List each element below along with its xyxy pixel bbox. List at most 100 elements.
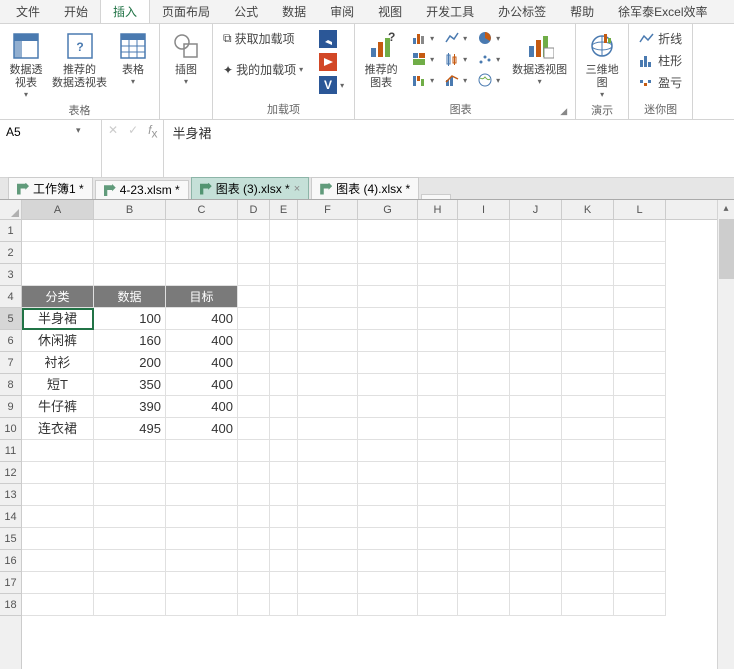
cell-F12[interactable] bbox=[298, 462, 358, 484]
cell-B7[interactable]: 200 bbox=[94, 352, 166, 374]
name-box[interactable]: ▾ bbox=[0, 120, 102, 177]
cell-A8[interactable]: 短T bbox=[22, 374, 94, 396]
cell-E7[interactable] bbox=[270, 352, 298, 374]
cell-B4[interactable]: 数据 bbox=[94, 286, 166, 308]
pie-chart-button[interactable]: ▾ bbox=[473, 28, 504, 48]
cell-G6[interactable] bbox=[358, 330, 418, 352]
cell-K1[interactable] bbox=[562, 220, 614, 242]
cell-G9[interactable] bbox=[358, 396, 418, 418]
cell-J12[interactable] bbox=[510, 462, 562, 484]
cell-D7[interactable] bbox=[238, 352, 270, 374]
cell-I11[interactable] bbox=[458, 440, 510, 462]
row-header-13[interactable]: 13 bbox=[0, 484, 21, 506]
cell-G11[interactable] bbox=[358, 440, 418, 462]
cell-F5[interactable] bbox=[298, 308, 358, 330]
get-addins-button[interactable]: ⧉获取加载项 bbox=[219, 28, 307, 49]
cell-C15[interactable] bbox=[166, 528, 238, 550]
cell-I8[interactable] bbox=[458, 374, 510, 396]
row-header-7[interactable]: 7 bbox=[0, 352, 21, 374]
cell-C7[interactable]: 400 bbox=[166, 352, 238, 374]
hierarchy-chart-button[interactable]: ▾ bbox=[407, 49, 438, 69]
tab-view[interactable]: 视图 bbox=[366, 0, 414, 23]
tab-review[interactable]: 审阅 bbox=[318, 0, 366, 23]
cell-A11[interactable] bbox=[22, 440, 94, 462]
cell-K9[interactable] bbox=[562, 396, 614, 418]
pivot-chart-button[interactable]: 数据透视图 ▾ bbox=[510, 28, 569, 88]
cell-H1[interactable] bbox=[418, 220, 458, 242]
row-header-1[interactable]: 1 bbox=[0, 220, 21, 242]
cell-L14[interactable] bbox=[614, 506, 666, 528]
cell-E18[interactable] bbox=[270, 594, 298, 616]
tab-insert[interactable]: 插入 bbox=[100, 0, 150, 23]
tab-file[interactable]: 文件 bbox=[4, 0, 52, 23]
row-header-17[interactable]: 17 bbox=[0, 572, 21, 594]
new-workbook-tab[interactable] bbox=[421, 194, 451, 199]
scroll-up-icon[interactable]: ▴ bbox=[723, 200, 728, 217]
cell-E11[interactable] bbox=[270, 440, 298, 462]
cell-K4[interactable] bbox=[562, 286, 614, 308]
row-header-10[interactable]: 10 bbox=[0, 418, 21, 440]
cell-C18[interactable] bbox=[166, 594, 238, 616]
cell-I17[interactable] bbox=[458, 572, 510, 594]
row-header-5[interactable]: 5 bbox=[0, 308, 21, 330]
cell-A15[interactable] bbox=[22, 528, 94, 550]
cell-A6[interactable]: 休闲裤 bbox=[22, 330, 94, 352]
cell-D5[interactable] bbox=[238, 308, 270, 330]
col-header-L[interactable]: L bbox=[614, 200, 666, 219]
cell-F17[interactable] bbox=[298, 572, 358, 594]
cell-G17[interactable] bbox=[358, 572, 418, 594]
cell-G16[interactable] bbox=[358, 550, 418, 572]
cell-D18[interactable] bbox=[238, 594, 270, 616]
cell-K3[interactable] bbox=[562, 264, 614, 286]
col-header-K[interactable]: K bbox=[562, 200, 614, 219]
cell-H14[interactable] bbox=[418, 506, 458, 528]
cell-I16[interactable] bbox=[458, 550, 510, 572]
cell-J8[interactable] bbox=[510, 374, 562, 396]
cell-E5[interactable] bbox=[270, 308, 298, 330]
col-header-D[interactable]: D bbox=[238, 200, 270, 219]
tab-data[interactable]: 数据 bbox=[270, 0, 318, 23]
scroll-thumb[interactable] bbox=[719, 219, 734, 279]
cell-H13[interactable] bbox=[418, 484, 458, 506]
cell-H5[interactable] bbox=[418, 308, 458, 330]
cell-G14[interactable] bbox=[358, 506, 418, 528]
row-header-16[interactable]: 16 bbox=[0, 550, 21, 572]
cell-L10[interactable] bbox=[614, 418, 666, 440]
cell-L18[interactable] bbox=[614, 594, 666, 616]
cell-L6[interactable] bbox=[614, 330, 666, 352]
cell-A10[interactable]: 连衣裙 bbox=[22, 418, 94, 440]
cell-I12[interactable] bbox=[458, 462, 510, 484]
cell-K14[interactable] bbox=[562, 506, 614, 528]
cell-L3[interactable] bbox=[614, 264, 666, 286]
cell-J3[interactable] bbox=[510, 264, 562, 286]
cell-K10[interactable] bbox=[562, 418, 614, 440]
cell-G12[interactable] bbox=[358, 462, 418, 484]
my-addins-button[interactable]: ✦我的加载项▾ bbox=[219, 59, 307, 80]
illustrations-button[interactable]: 插图 ▾ bbox=[166, 28, 206, 88]
dialog-launcher-icon[interactable]: ◢ bbox=[560, 106, 567, 117]
cell-H3[interactable] bbox=[418, 264, 458, 286]
cell-D3[interactable] bbox=[238, 264, 270, 286]
cell-F3[interactable] bbox=[298, 264, 358, 286]
cell-A2[interactable] bbox=[22, 242, 94, 264]
tab-formulas[interactable]: 公式 bbox=[222, 0, 270, 23]
cell-J1[interactable] bbox=[510, 220, 562, 242]
cell-I2[interactable] bbox=[458, 242, 510, 264]
cell-A14[interactable] bbox=[22, 506, 94, 528]
cell-C3[interactable] bbox=[166, 264, 238, 286]
cell-B12[interactable] bbox=[94, 462, 166, 484]
cell-G13[interactable] bbox=[358, 484, 418, 506]
row-header-6[interactable]: 6 bbox=[0, 330, 21, 352]
col-header-F[interactable]: F bbox=[298, 200, 358, 219]
cell-I14[interactable] bbox=[458, 506, 510, 528]
cell-K18[interactable] bbox=[562, 594, 614, 616]
cell-B13[interactable] bbox=[94, 484, 166, 506]
tab-office[interactable]: 办公标签 bbox=[486, 0, 558, 23]
cell-F6[interactable] bbox=[298, 330, 358, 352]
cell-A17[interactable] bbox=[22, 572, 94, 594]
cell-J15[interactable] bbox=[510, 528, 562, 550]
cell-G2[interactable] bbox=[358, 242, 418, 264]
cell-K15[interactable] bbox=[562, 528, 614, 550]
cell-H18[interactable] bbox=[418, 594, 458, 616]
cell-G4[interactable] bbox=[358, 286, 418, 308]
